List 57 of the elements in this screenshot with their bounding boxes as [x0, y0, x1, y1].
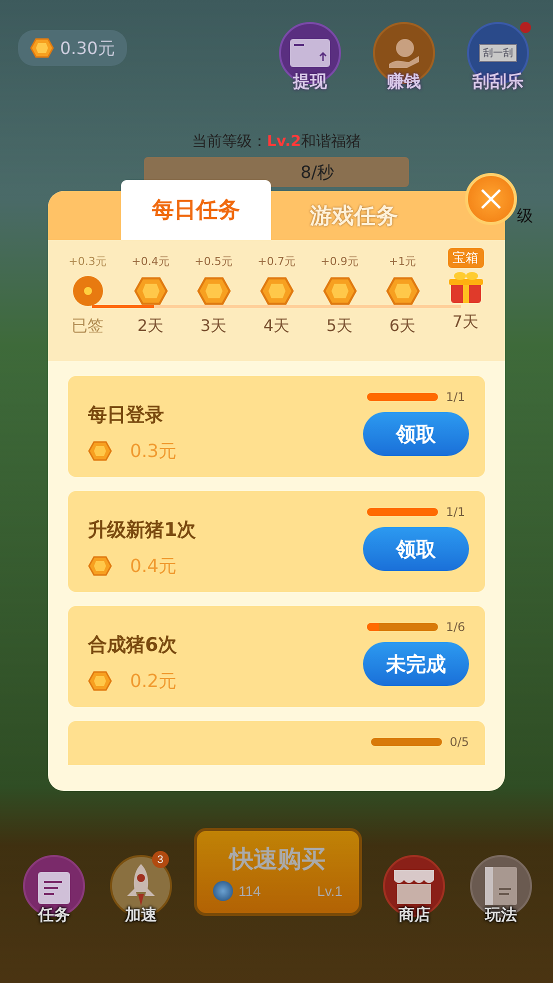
shop-icon	[394, 868, 434, 904]
day-label: 5天	[326, 316, 353, 337]
task-title: 合成猪6次	[88, 633, 178, 658]
close-button[interactable]	[465, 173, 517, 225]
claim-button[interactable]: 领取	[363, 412, 469, 456]
coin-icon	[322, 274, 356, 308]
reward-text: 0.3元	[130, 440, 177, 463]
ticket-text: 刮一刮	[479, 44, 517, 62]
reward-text: 0.4元	[130, 555, 177, 578]
day-label: 已签	[72, 316, 104, 337]
rate-text: 8/秒	[300, 162, 334, 184]
day-label: 4天	[263, 316, 290, 337]
gift-box-icon	[448, 270, 484, 304]
progress-bar	[366, 393, 438, 401]
signed-coin-icon	[72, 275, 104, 307]
day-label: 3天	[200, 316, 227, 337]
close-icon	[480, 188, 502, 210]
claim-button[interactable]: 领取	[363, 527, 469, 571]
progress-text: 1/6	[446, 620, 466, 634]
level-text: 当前等级：Lv.2和谐福猪	[190, 132, 362, 151]
day-label: 2天	[137, 316, 164, 337]
book-icon	[485, 867, 517, 905]
progress-bar	[366, 508, 438, 516]
progress-text: 0/5	[450, 735, 469, 749]
reward-tag: 宝箱	[448, 248, 484, 268]
reward-text: +0.3元	[68, 254, 106, 270]
progress-bar	[366, 623, 438, 631]
progress-text: 1/1	[446, 390, 466, 404]
coin-icon	[134, 274, 168, 308]
balance-text: 0.30元	[60, 38, 115, 60]
card-icon	[290, 39, 330, 67]
coin-icon	[88, 669, 112, 693]
reward-text: +0.9元	[320, 254, 358, 270]
globe-icon	[212, 881, 232, 901]
reward-text: +0.4元	[132, 254, 170, 270]
reward-text: +1元	[388, 254, 416, 270]
tab[interactable]: 每日任务	[121, 180, 271, 240]
coin-icon	[386, 274, 420, 308]
task-title: 每日登录	[88, 403, 165, 428]
task-title: 升级新猪1次	[88, 518, 198, 543]
coin-icon	[30, 36, 54, 60]
coin-icon	[88, 554, 112, 578]
quick-buy-title: 快速购买	[230, 845, 326, 875]
count-badge: 3	[152, 851, 169, 868]
day-label: 7天	[452, 312, 479, 333]
coin-icon	[88, 439, 112, 463]
reward-text: 0.2元	[130, 670, 177, 693]
claim-button[interactable]: 未完成	[363, 642, 469, 686]
coin-icon	[196, 274, 230, 308]
reward-text: +0.5元	[194, 254, 232, 270]
day-label: 6天	[389, 316, 416, 337]
reward-text: +0.7元	[258, 254, 296, 270]
cost-text: 114	[238, 883, 261, 899]
side-text: 级	[517, 206, 533, 227]
level-text: Lv.1	[317, 883, 342, 899]
progress-text: 1/1	[446, 505, 466, 519]
coin-icon	[260, 274, 294, 308]
